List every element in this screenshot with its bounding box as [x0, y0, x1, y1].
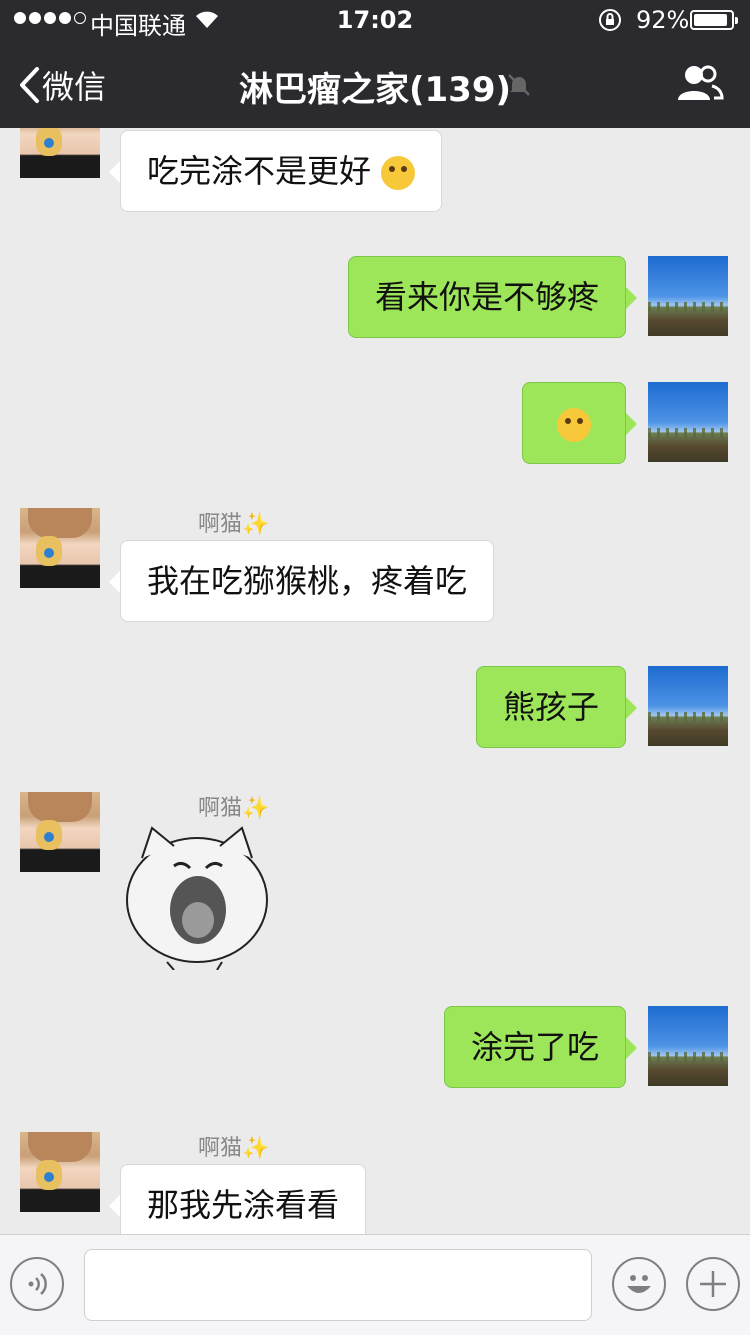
avatar[interactable]: [20, 128, 100, 178]
message-text: 涂完了吃: [470, 1028, 599, 1066]
crying-cat-sticker[interactable]: [122, 820, 272, 970]
message-bubble[interactable]: [522, 382, 637, 464]
plus-button[interactable]: [686, 1257, 740, 1311]
voice-icon: [28, 1273, 47, 1295]
battery-icon: [690, 10, 738, 30]
input-bar: [0, 1234, 750, 1335]
message-text: 熊孩子: [502, 688, 599, 726]
emoji-button[interactable]: [612, 1257, 666, 1311]
message-bubble[interactable]: 涂完了吃: [443, 1006, 638, 1088]
message-input[interactable]: [84, 1249, 592, 1321]
plus-icon: [700, 1271, 726, 1297]
message-bubble[interactable]: 我在吃猕猴桃，疼着吃: [108, 540, 495, 622]
avatar[interactable]: [648, 382, 728, 462]
message-text: 吃完涂不是更好: [147, 152, 372, 190]
mute-bell-icon: [506, 72, 532, 102]
rotation-lock-icon: [598, 8, 622, 38]
navigation-bar: 微信 淋巴瘤之家(139): [0, 40, 750, 128]
message-text: 我在吃猕猴桃，疼着吃: [147, 562, 468, 600]
avatar[interactable]: [648, 1006, 728, 1086]
avatar[interactable]: [20, 1132, 100, 1212]
sender-name: 啊猫✨: [198, 1136, 270, 1161]
avatar[interactable]: [648, 256, 728, 336]
chat-area[interactable]: 吃完涂不是更好 看来你是不够疼 啊猫✨ 我在吃猕猴桃，疼着吃 熊孩子 啊猫✨ 涂…: [0, 128, 750, 1234]
thinking-emoji-icon: [557, 408, 591, 442]
battery-percentage: 92%: [636, 6, 690, 34]
battery-level-fill: [694, 14, 728, 26]
voice-button[interactable]: [10, 1257, 64, 1311]
group-members-icon[interactable]: [676, 64, 724, 108]
message-bubble[interactable]: 吃完涂不是更好: [108, 130, 443, 212]
top-bar: 中国联通 17:02 92% 微信 淋巴瘤之家(139): [0, 0, 750, 128]
message-bubble[interactable]: 看来你是不够疼: [347, 256, 638, 338]
avatar[interactable]: [20, 508, 100, 588]
sparkles-emoji-icon: ✨: [242, 796, 270, 821]
message-bubble[interactable]: 那我先涂看看: [108, 1164, 367, 1234]
sender-name: 啊猫✨: [198, 796, 270, 821]
avatar[interactable]: [20, 792, 100, 872]
message-bubble[interactable]: 熊孩子: [475, 666, 638, 748]
avatar[interactable]: [648, 666, 728, 746]
emoji-icon: [627, 1275, 651, 1293]
message-text: 看来你是不够疼: [374, 278, 599, 316]
surprised-emoji-icon: [381, 156, 416, 190]
chat-title: 淋巴瘤之家(139): [238, 70, 512, 110]
sender-name: 啊猫✨: [198, 512, 270, 537]
message-text: 那我先涂看看: [147, 1186, 340, 1224]
sparkles-emoji-icon: ✨: [242, 512, 270, 537]
status-bar: 中国联通 17:02 92%: [0, 0, 750, 40]
sparkles-emoji-icon: ✨: [242, 1136, 270, 1161]
